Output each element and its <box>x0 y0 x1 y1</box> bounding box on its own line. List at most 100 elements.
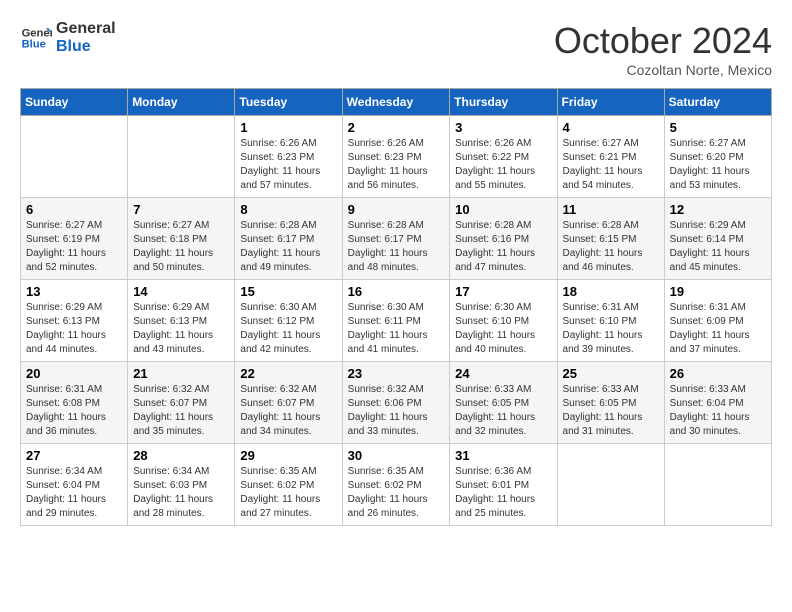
calendar-cell: 23 Sunrise: 6:32 AM Sunset: 6:06 PM Dayli… <box>342 362 450 444</box>
day-number: 13 <box>26 284 122 299</box>
calendar-cell: 18 Sunrise: 6:31 AM Sunset: 6:10 PM Dayli… <box>557 280 664 362</box>
day-number: 5 <box>670 120 766 135</box>
day-number: 11 <box>563 202 659 217</box>
day-info: Sunrise: 6:28 AM Sunset: 6:17 PM Dayligh… <box>240 219 336 275</box>
day-number: 21 <box>133 366 229 381</box>
calendar-cell: 29 Sunrise: 6:35 AM Sunset: 6:02 PM Dayli… <box>235 444 342 526</box>
logo-general: General <box>56 20 116 38</box>
day-info: Sunrise: 6:33 AM Sunset: 6:05 PM Dayligh… <box>563 383 659 439</box>
header-day: Sunday <box>21 89 128 116</box>
calendar-cell: 15 Sunrise: 6:30 AM Sunset: 6:12 PM Dayli… <box>235 280 342 362</box>
day-info: Sunrise: 6:32 AM Sunset: 6:06 PM Dayligh… <box>348 383 445 439</box>
header-row: SundayMondayTuesdayWednesdayThursdayFrid… <box>21 89 772 116</box>
logo: General Blue General Blue <box>20 20 116 55</box>
day-number: 6 <box>26 202 122 217</box>
calendar-cell <box>21 116 128 198</box>
svg-text:Blue: Blue <box>22 38 46 50</box>
calendar-cell: 7 Sunrise: 6:27 AM Sunset: 6:18 PM Daylig… <box>128 198 235 280</box>
day-info: Sunrise: 6:30 AM Sunset: 6:12 PM Dayligh… <box>240 301 336 357</box>
day-info: Sunrise: 6:28 AM Sunset: 6:16 PM Dayligh… <box>455 219 551 275</box>
day-number: 9 <box>348 202 445 217</box>
calendar-body: 1Sunrise: 6:26 AM Sunset: 6:23 PM Daylig… <box>21 116 772 526</box>
header-day: Tuesday <box>235 89 342 116</box>
day-number: 31 <box>455 448 551 463</box>
calendar-cell: 22 Sunrise: 6:32 AM Sunset: 6:07 PM Dayli… <box>235 362 342 444</box>
day-number: 15 <box>240 284 336 299</box>
calendar-cell: 10 Sunrise: 6:28 AM Sunset: 6:16 PM Dayli… <box>450 198 557 280</box>
calendar-cell: 27Sunrise: 6:34 AM Sunset: 6:04 PM Dayli… <box>21 444 128 526</box>
day-number: 10 <box>455 202 551 217</box>
day-info: Sunrise: 6:26 AM Sunset: 6:23 PM Dayligh… <box>348 137 445 193</box>
calendar-cell: 25 Sunrise: 6:33 AM Sunset: 6:05 PM Dayli… <box>557 362 664 444</box>
day-info: Sunrise: 6:34 AM Sunset: 6:03 PM Dayligh… <box>133 465 229 521</box>
calendar-cell: 5 Sunrise: 6:27 AM Sunset: 6:20 PM Daylig… <box>664 116 771 198</box>
day-number: 29 <box>240 448 336 463</box>
day-number: 19 <box>670 284 766 299</box>
day-number: 14 <box>133 284 229 299</box>
day-info: Sunrise: 6:31 AM Sunset: 6:08 PM Dayligh… <box>26 383 122 439</box>
day-number: 18 <box>563 284 659 299</box>
calendar-cell: 31 Sunrise: 6:36 AM Sunset: 6:01 PM Dayli… <box>450 444 557 526</box>
day-info: Sunrise: 6:29 AM Sunset: 6:14 PM Dayligh… <box>670 219 766 275</box>
calendar-week: 13 Sunrise: 6:29 AM Sunset: 6:13 PM Dayli… <box>21 280 772 362</box>
day-info: Sunrise: 6:35 AM Sunset: 6:02 PM Dayligh… <box>240 465 336 521</box>
day-number: 7 <box>133 202 229 217</box>
day-number: 23 <box>348 366 445 381</box>
page-header: General Blue General Blue October 2024 C… <box>20 20 772 78</box>
day-info: Sunrise: 6:27 AM Sunset: 6:20 PM Dayligh… <box>670 137 766 193</box>
header-day: Wednesday <box>342 89 450 116</box>
calendar-cell: 13 Sunrise: 6:29 AM Sunset: 6:13 PM Dayli… <box>21 280 128 362</box>
header-day: Monday <box>128 89 235 116</box>
day-number: 17 <box>455 284 551 299</box>
day-number: 30 <box>348 448 445 463</box>
calendar-cell <box>128 116 235 198</box>
logo-icon: General Blue <box>20 22 52 54</box>
day-info: Sunrise: 6:29 AM Sunset: 6:13 PM Dayligh… <box>26 301 122 357</box>
day-info: Sunrise: 6:36 AM Sunset: 6:01 PM Dayligh… <box>455 465 551 521</box>
day-number: 8 <box>240 202 336 217</box>
calendar-header: SundayMondayTuesdayWednesdayThursdayFrid… <box>21 89 772 116</box>
day-info: Sunrise: 6:30 AM Sunset: 6:10 PM Dayligh… <box>455 301 551 357</box>
calendar-cell: 9Sunrise: 6:28 AM Sunset: 6:17 PM Daylig… <box>342 198 450 280</box>
day-info: Sunrise: 6:26 AM Sunset: 6:22 PM Dayligh… <box>455 137 551 193</box>
day-info: Sunrise: 6:32 AM Sunset: 6:07 PM Dayligh… <box>133 383 229 439</box>
calendar-cell: 14 Sunrise: 6:29 AM Sunset: 6:13 PM Dayli… <box>128 280 235 362</box>
calendar-cell: 20 Sunrise: 6:31 AM Sunset: 6:08 PM Dayli… <box>21 362 128 444</box>
day-number: 22 <box>240 366 336 381</box>
calendar-cell: 30Sunrise: 6:35 AM Sunset: 6:02 PM Dayli… <box>342 444 450 526</box>
day-number: 16 <box>348 284 445 299</box>
calendar-cell: 4 Sunrise: 6:27 AM Sunset: 6:21 PM Daylig… <box>557 116 664 198</box>
calendar-week: 6 Sunrise: 6:27 AM Sunset: 6:19 PM Daylig… <box>21 198 772 280</box>
day-info: Sunrise: 6:27 AM Sunset: 6:18 PM Dayligh… <box>133 219 229 275</box>
day-number: 24 <box>455 366 551 381</box>
header-day: Thursday <box>450 89 557 116</box>
calendar-week: 20 Sunrise: 6:31 AM Sunset: 6:08 PM Dayli… <box>21 362 772 444</box>
calendar-cell: 1Sunrise: 6:26 AM Sunset: 6:23 PM Daylig… <box>235 116 342 198</box>
calendar-cell: 28 Sunrise: 6:34 AM Sunset: 6:03 PM Dayli… <box>128 444 235 526</box>
calendar-cell: 26Sunrise: 6:33 AM Sunset: 6:04 PM Dayli… <box>664 362 771 444</box>
day-info: Sunrise: 6:30 AM Sunset: 6:11 PM Dayligh… <box>348 301 445 357</box>
calendar-cell: 11 Sunrise: 6:28 AM Sunset: 6:15 PM Dayli… <box>557 198 664 280</box>
day-number: 20 <box>26 366 122 381</box>
header-day: Saturday <box>664 89 771 116</box>
day-info: Sunrise: 6:29 AM Sunset: 6:13 PM Dayligh… <box>133 301 229 357</box>
day-info: Sunrise: 6:27 AM Sunset: 6:19 PM Dayligh… <box>26 219 122 275</box>
month-title: October 2024 <box>554 20 772 62</box>
day-info: Sunrise: 6:31 AM Sunset: 6:10 PM Dayligh… <box>563 301 659 357</box>
calendar-table: SundayMondayTuesdayWednesdayThursdayFrid… <box>20 88 772 526</box>
day-number: 2 <box>348 120 445 135</box>
day-info: Sunrise: 6:28 AM Sunset: 6:15 PM Dayligh… <box>563 219 659 275</box>
day-number: 25 <box>563 366 659 381</box>
day-number: 4 <box>563 120 659 135</box>
day-info: Sunrise: 6:32 AM Sunset: 6:07 PM Dayligh… <box>240 383 336 439</box>
day-number: 12 <box>670 202 766 217</box>
day-info: Sunrise: 6:27 AM Sunset: 6:21 PM Dayligh… <box>563 137 659 193</box>
day-number: 27 <box>26 448 122 463</box>
day-info: Sunrise: 6:33 AM Sunset: 6:05 PM Dayligh… <box>455 383 551 439</box>
calendar-cell: 6 Sunrise: 6:27 AM Sunset: 6:19 PM Daylig… <box>21 198 128 280</box>
logo-blue: Blue <box>56 38 116 56</box>
day-number: 28 <box>133 448 229 463</box>
calendar-cell: 12 Sunrise: 6:29 AM Sunset: 6:14 PM Dayli… <box>664 198 771 280</box>
day-number: 26 <box>670 366 766 381</box>
calendar-week: 27Sunrise: 6:34 AM Sunset: 6:04 PM Dayli… <box>21 444 772 526</box>
